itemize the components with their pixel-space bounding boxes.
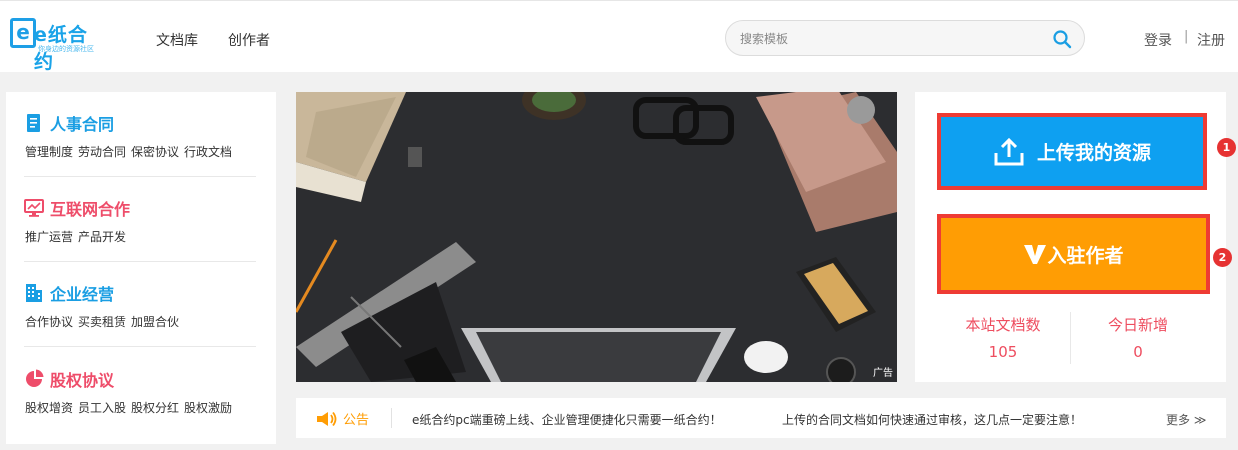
more-link[interactable]: 更多 ≫ [1166,411,1206,428]
category-link[interactable]: 行政文档 [184,145,232,159]
ad-label: 广告 [873,368,893,379]
category-business: 企业经营 合作协议 买卖租赁 加盟合伙 [24,282,256,347]
category-title[interactable]: 企业经营 [24,282,114,304]
notice-label-text: 公告 [343,413,370,428]
author-button-label: 入驻作者 [1047,244,1124,267]
category-link[interactable]: 股权激励 [184,401,232,415]
category-links: 股权增资 员工入股 股权分红 股权激励 [25,399,237,416]
category-links: 管理制度 劳动合同 保密协议 行政文档 [25,143,237,160]
category-link[interactable]: 管理制度 [25,145,73,159]
category-title-text: 人事合同 [50,115,115,134]
category-panel: 人事合同 管理制度劳动合同保密协议行政文档 互联网合作 推广运营产品开发 [6,92,276,444]
join-author-button[interactable]: 入驻作者 [937,214,1210,294]
speaker-icon [317,411,337,426]
category-link[interactable]: 股权分红 [131,401,179,415]
category-link[interactable]: 劳动合同 [78,145,126,159]
notice-label: 公告 [316,409,369,428]
search-icon[interactable] [1052,29,1072,49]
document-icon [27,114,40,132]
category-link[interactable]: 产品开发 [78,230,126,244]
pie-chart-icon [26,369,44,387]
search-input[interactable] [740,29,1040,49]
category-link[interactable]: 股权增资 [25,401,73,415]
category-links: 推广运营 产品开发 [25,228,131,245]
auth-separator: | [1184,29,1189,44]
category-title-text: 互联网合作 [50,200,131,219]
stat-label: 今日新增 [1107,316,1168,334]
search-box [725,20,1085,56]
stat-label: 本站文档数 [965,316,1041,334]
category-title[interactable]: 股权协议 [24,368,114,390]
category-link[interactable]: 推广运营 [25,230,73,244]
login-link[interactable]: 登录 [1144,30,1172,50]
v-badge-icon [1024,245,1047,264]
upload-button-label: 上传我的资源 [1036,142,1151,164]
nav-library[interactable]: 文档库 [156,30,198,50]
site-logo[interactable]: e e纸合约 你身边的资源社区 [10,18,102,73]
top-header: e e纸合约 你身边的资源社区 文档库 创作者 登录 | 注册 [0,0,1238,73]
category-link[interactable]: 员工入股 [78,401,126,415]
category-links: 合作协议 买卖租赁 加盟合伙 [25,313,184,330]
category-title[interactable]: 人事合同 [24,112,114,134]
divider [24,261,256,262]
category-equity: 股权协议 股权增资 员工入股 股权分红 股权激励 [24,368,256,433]
logo-tagline: 你身边的资源社区 [38,45,94,53]
stat-today-new: 今日新增 0 [1073,314,1203,361]
notice-bar: 公告 e纸合约pc端重磅上线、企业管理便捷化只需要一纸合约！ 上传的合同文档如何… [296,398,1226,438]
nav-creators[interactable]: 创作者 [228,30,270,50]
monitor-icon [24,199,44,217]
divider [24,346,256,347]
category-title-text: 企业经营 [50,285,115,304]
divider [1070,312,1071,364]
stat-value: 0 [1133,343,1143,361]
category-link[interactable]: 买卖租赁 [78,315,126,329]
category-internet: 互联网合作 推广运营 产品开发 [24,197,256,262]
upload-resource-button[interactable]: 上传我的资源 [937,113,1207,190]
annotation-marker-2: 2 [1213,248,1232,267]
divider [391,408,392,428]
register-link[interactable]: 注册 [1197,30,1225,50]
category-link[interactable]: 保密协议 [131,145,179,159]
notice-item[interactable]: e纸合约pc端重磅上线、企业管理便捷化只需要一纸合约！ [412,411,722,428]
category-hr: 人事合同 管理制度 劳动合同 保密协议 行政文档 [24,112,256,177]
stat-value: 105 [988,343,1018,361]
category-link[interactable]: 加盟合伙 [131,315,179,329]
category-title[interactable]: 互联网合作 [24,197,130,219]
divider [24,176,256,177]
logo-mark-icon: e [10,18,36,48]
category-title-text: 股权协议 [50,371,115,390]
stat-total-docs: 本站文档数 105 [938,314,1068,361]
desk-scene-image [296,92,897,382]
category-link[interactable]: 合作协议 [25,315,73,329]
annotation-marker-1: 1 [1217,138,1236,157]
building-icon [26,284,42,302]
banner-carousel[interactable]: 广告 [296,92,897,382]
upload-icon [994,137,1024,165]
action-panel: 上传我的资源 1 入驻作者 2 本站文档数 105 今日新增 0 [915,92,1236,382]
notice-item[interactable]: 上传的合同文档如何快速通过审核，这几点一定要注意！ [782,411,1082,428]
